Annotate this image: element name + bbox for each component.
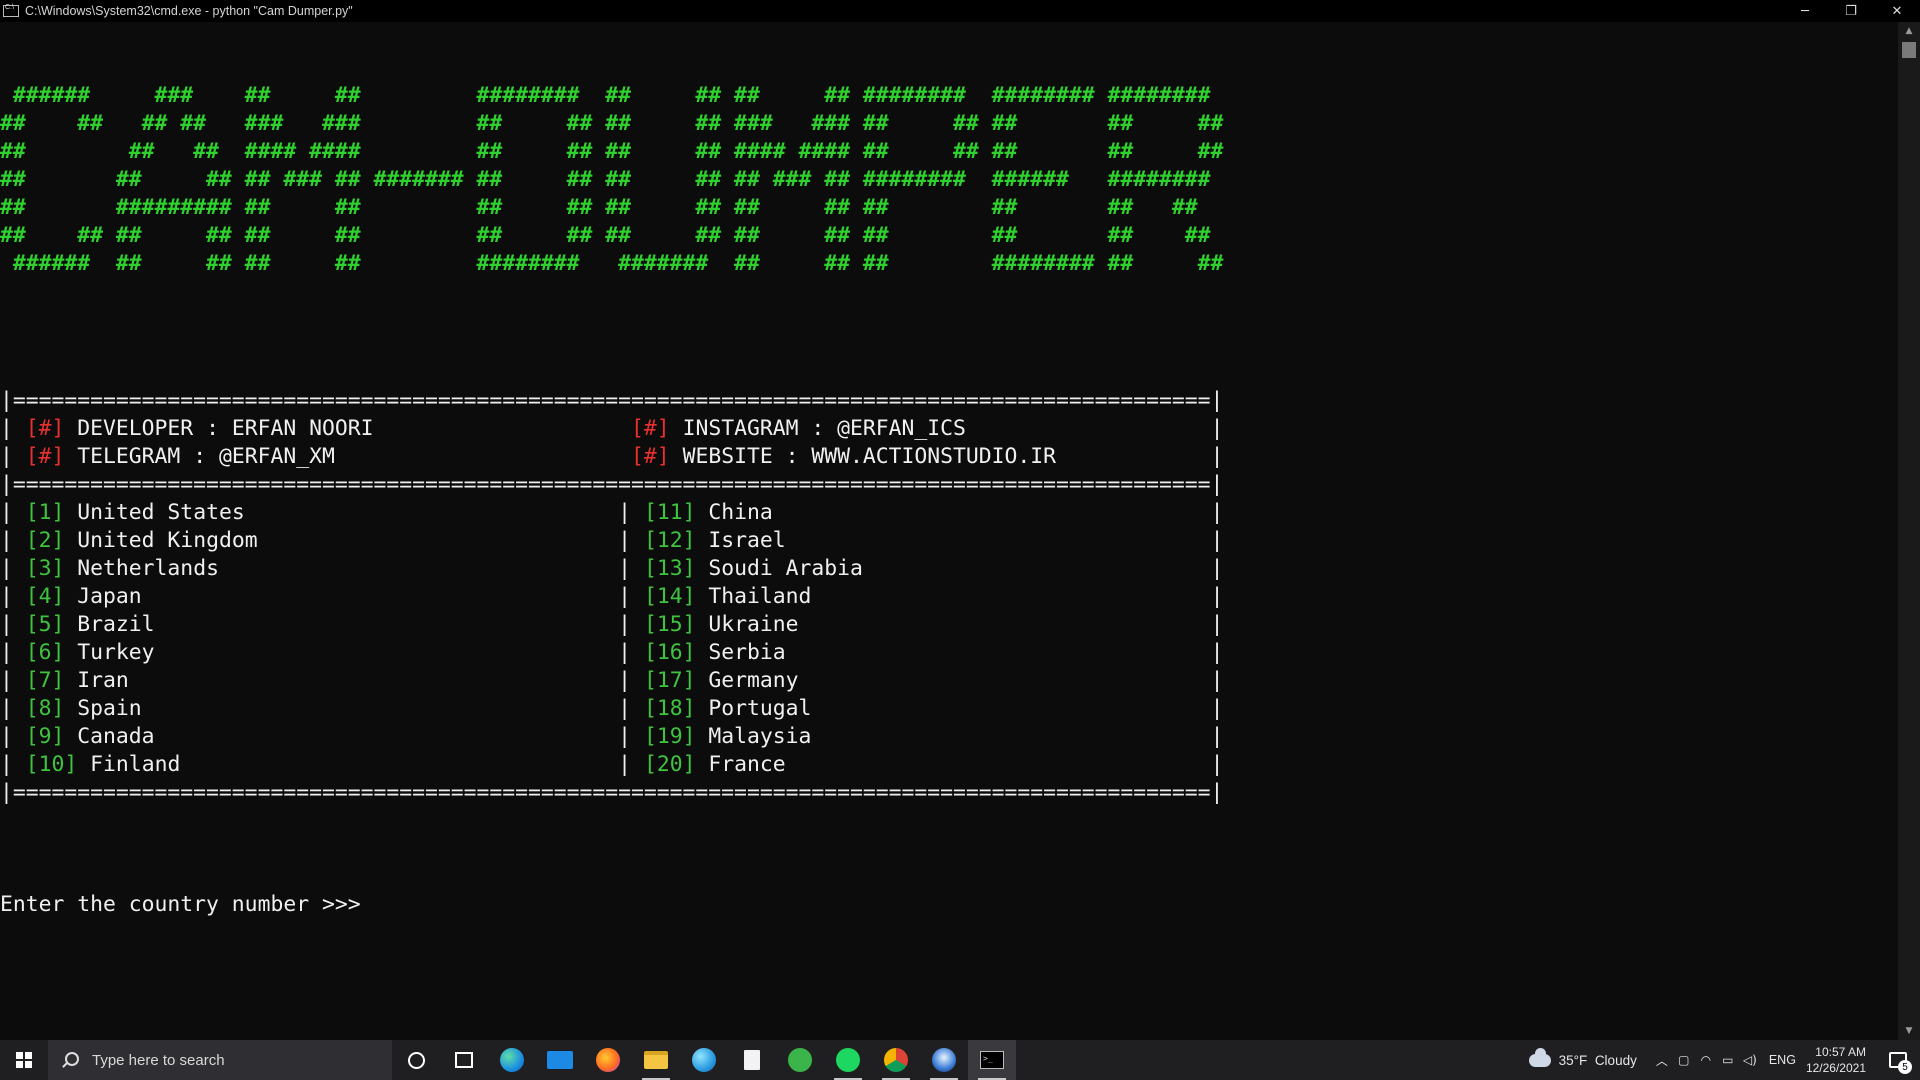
taskbar-edge-beta[interactable] — [680, 1040, 728, 1080]
battery-icon[interactable]: ▭ — [1717, 1040, 1739, 1080]
language-indicator[interactable]: ENG — [1769, 1053, 1796, 1067]
task-view-button[interactable] — [440, 1040, 488, 1080]
country-row: | [10] Finland | [20] France | — [0, 752, 1224, 777]
country-row: | [7] Iran | [17] Germany | — [0, 668, 1224, 693]
telegram-icon — [788, 1048, 812, 1072]
ascii-banner: ###### ### ## ## ######## ## ## ## ## ##… — [0, 83, 1224, 276]
country-menu-table: |=======================================… — [0, 387, 1223, 807]
taskbar: Type here to search >_ 35°F Cloudy ︿ ▢ ◠… — [0, 1040, 1920, 1080]
cmd-app-icon — [3, 4, 19, 17]
command-prompt-icon: >_ — [980, 1051, 1004, 1069]
volume-icon[interactable]: ◁) — [1739, 1040, 1761, 1080]
app-icon — [932, 1048, 956, 1072]
weather-temp: 35°F — [1558, 1052, 1588, 1068]
clock[interactable]: 10:57 AM 12/26/2021 — [1806, 1044, 1866, 1076]
notification-badge: 5 — [1898, 1060, 1912, 1074]
taskbar-mail[interactable] — [536, 1040, 584, 1080]
meet-now-icon[interactable]: ▢ — [1673, 1040, 1695, 1080]
start-button[interactable] — [0, 1040, 48, 1080]
country-row: | [3] Netherlands | [13] Soudi Arabia | — [0, 556, 1224, 581]
weather-desc: Cloudy — [1594, 1052, 1637, 1068]
table-separator: |=======================================… — [0, 780, 1224, 805]
windows-logo-icon — [16, 1052, 32, 1068]
mail-icon — [547, 1051, 573, 1069]
taskbar-notepad[interactable] — [728, 1040, 776, 1080]
country-row: | [5] Brazil | [15] Ukraine | — [0, 612, 1224, 637]
table-separator: |=======================================… — [0, 388, 1224, 413]
taskbar-app[interactable] — [920, 1040, 968, 1080]
taskbar-firefox[interactable] — [584, 1040, 632, 1080]
edge-icon — [500, 1048, 524, 1072]
country-row: | [9] Canada | [19] Malaysia | — [0, 724, 1224, 749]
taskbar-search-box[interactable]: Type here to search — [48, 1040, 392, 1080]
cortana-icon — [407, 1051, 425, 1069]
taskbar-edge[interactable] — [488, 1040, 536, 1080]
info-row: | [#] DEVELOPER : ERFAN NOORI [#] INSTAG… — [0, 416, 1224, 441]
country-row: | [8] Spain | [18] Portugal | — [0, 696, 1224, 721]
edge-beta-icon — [692, 1048, 716, 1072]
taskbar-cmd[interactable]: >_ — [968, 1040, 1016, 1080]
window-title: C:\Windows\System32\cmd.exe - python "Ca… — [25, 4, 353, 18]
document-icon — [744, 1050, 760, 1070]
taskbar-chrome[interactable] — [872, 1040, 920, 1080]
scroll-down-arrow-icon[interactable]: ▼ — [1898, 1022, 1920, 1040]
title-bar: C:\Windows\System32\cmd.exe - python "Ca… — [0, 0, 1920, 22]
chrome-icon — [884, 1048, 908, 1072]
restore-button[interactable]: ❐ — [1828, 0, 1874, 22]
close-button[interactable]: ✕ — [1874, 0, 1920, 22]
taskbar-file-explorer[interactable] — [632, 1040, 680, 1080]
spotify-icon — [836, 1048, 860, 1072]
minimize-button[interactable]: ─ — [1782, 0, 1828, 22]
scroll-up-arrow-icon[interactable]: ▲ — [1898, 22, 1920, 40]
clock-date: 12/26/2021 — [1805, 1061, 1866, 1075]
console-output[interactable]: ###### ### ## ## ######## ## ## ## ## ##… — [0, 22, 1898, 1040]
clock-time: 10:57 AM — [1815, 1045, 1866, 1059]
taskbar-telegram[interactable] — [776, 1040, 824, 1080]
country-row: | [1] United States | [11] China | — [0, 500, 1224, 525]
wifi-icon[interactable]: ◠ — [1695, 1040, 1717, 1080]
taskbar-spotify[interactable] — [824, 1040, 872, 1080]
task-view-icon — [455, 1052, 473, 1068]
country-row: | [4] Japan | [14] Thailand | — [0, 584, 1224, 609]
info-row: | [#] TELEGRAM : @ERFAN_XM [#] WEBSITE :… — [0, 444, 1224, 469]
vertical-scrollbar[interactable]: ▲ ▼ — [1898, 22, 1920, 1040]
search-placeholder: Type here to search — [92, 1051, 225, 1069]
country-row: | [6] Turkey | [16] Serbia | — [0, 640, 1224, 665]
table-separator: |=======================================… — [0, 472, 1224, 497]
system-tray: 35°F Cloudy ︿ ▢ ◠ ▭ ◁) ENG 10:57 AM 12/2… — [1528, 1040, 1920, 1080]
chevron-up-icon[interactable]: ︿ — [1651, 1040, 1673, 1080]
scrollbar-thumb[interactable] — [1902, 42, 1916, 58]
window-controls: ─ ❐ ✕ — [1782, 0, 1920, 22]
search-icon — [62, 1052, 79, 1068]
firefox-icon — [596, 1048, 620, 1072]
notification-center-button[interactable]: 5 — [1876, 1040, 1920, 1080]
country-row: | [2] United Kingdom | [12] Israel | — [0, 528, 1224, 553]
cloud-icon — [1528, 1047, 1551, 1067]
cortana-button[interactable] — [392, 1040, 440, 1080]
folder-icon — [644, 1051, 668, 1069]
weather-widget[interactable]: 35°F Cloudy — [1528, 1047, 1637, 1068]
input-prompt[interactable]: Enter the country number >>> — [0, 891, 373, 919]
